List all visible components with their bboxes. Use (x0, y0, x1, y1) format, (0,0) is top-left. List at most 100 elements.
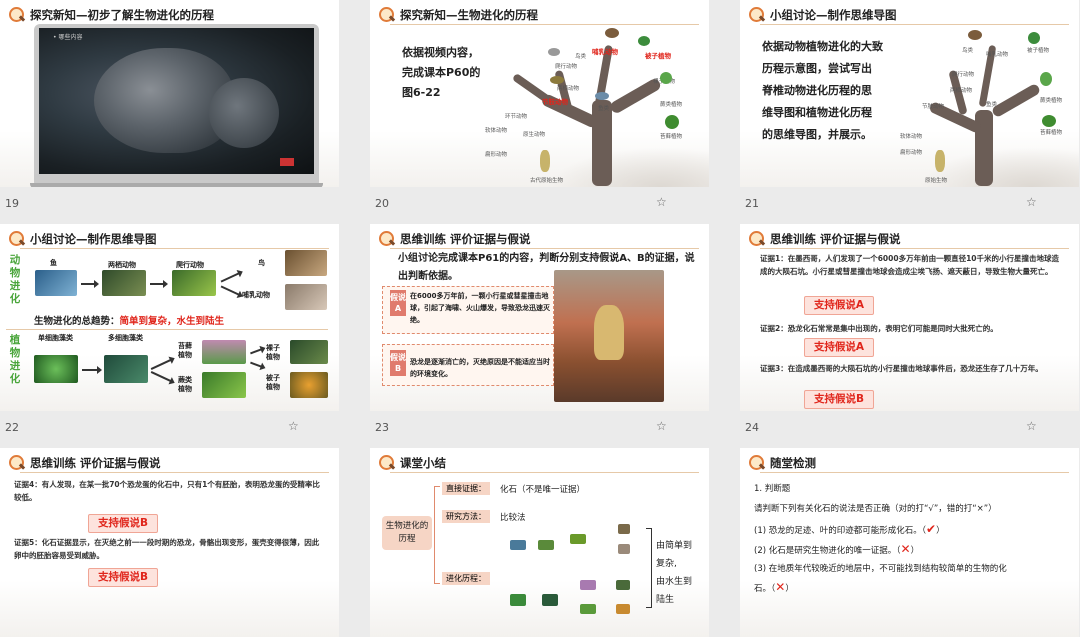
slide-thumb-27[interactable]: 随堂检测 1. 判断题 请判断下列有关化石的说法是否正确（对的打“√”，错的打“… (740, 448, 1079, 637)
video-caption: • 哪些内容 (53, 34, 83, 41)
star-icon[interactable]: ☆ (1026, 419, 1037, 433)
tree-label: 鱼类 (986, 102, 998, 108)
magnifier-icon (8, 454, 26, 472)
support-hypothesis-a-button-1[interactable]: 支持假说A (804, 296, 874, 315)
slide-thumb-22[interactable]: 小组讨论—制作思维导图 动物进化 植物进化 鱼 两栖动物 爬行动物 鸟 哺乳动物… (0, 224, 339, 411)
organism-picture (638, 36, 650, 46)
title-underline (390, 24, 699, 25)
slide-number-24: 24 (745, 421, 759, 434)
mini-chart-animal-4 (618, 524, 630, 534)
star-icon[interactable]: ☆ (656, 419, 667, 433)
support-hypothesis-b-button-1[interactable]: 支持假说B (88, 514, 158, 533)
right-summary-3: 由水生到 (656, 577, 693, 587)
slide-title: 小组讨论—制作思维导图 (748, 5, 897, 25)
star-icon[interactable]: ☆ (1026, 195, 1037, 209)
magnifier-icon (378, 454, 396, 472)
tree-label: 蕨类植物 (660, 102, 683, 108)
answer-3-mark: ✕ (775, 580, 786, 594)
question-3-tail: 石。（ (754, 584, 776, 594)
organism-picture (660, 72, 672, 84)
close-paren: ） (785, 584, 794, 594)
title-underline (390, 248, 699, 249)
dinosaur-picture (554, 270, 664, 402)
magnifier-icon (748, 230, 766, 248)
title-underline (760, 248, 1069, 249)
magnifier-icon (748, 6, 766, 24)
magnifier-icon (378, 230, 396, 248)
tree-label-arthropod: 节肢动物 (542, 98, 568, 106)
tree-label: 苔藓植物 (660, 134, 683, 140)
tree-label: 两栖动物 (557, 86, 580, 92)
animal-label-fish: 鱼 (50, 259, 57, 267)
question-3: (3) 在地质年代较晚近的地层中，不可能找到结构较简单的生物的化 (754, 564, 1007, 574)
organism-picture (540, 150, 550, 172)
close-paren: ） (910, 546, 920, 556)
tree-label: 爬行动物 (555, 64, 578, 70)
slide-number-23: 23 (375, 421, 389, 434)
organism-picture (665, 115, 679, 129)
slide-title: 探究新知—生物进化的历程 (378, 5, 538, 25)
multicellular-algae-picture (104, 355, 148, 383)
plant-label-fern: 蕨类植物 (178, 376, 192, 393)
slide-thumb-19[interactable]: 探究新知—初步了解生物进化的历程 • 哪些内容 (0, 0, 339, 187)
mini-chart-animal-3 (570, 534, 586, 544)
support-hypothesis-a-button-2[interactable]: 支持假说A (804, 338, 874, 357)
body-line-1: 依据视频内容， (402, 46, 479, 59)
tree-label: 苔藓植物 (1040, 130, 1063, 136)
evolution-process-label: 进化历程： (442, 572, 490, 585)
tree-label: 被子植物 (1027, 48, 1050, 54)
slide-number-20: 20 (375, 197, 389, 210)
organism-picture (548, 48, 560, 56)
hypothesis-b-label: 假说B (390, 350, 406, 376)
research-method-label: 研究方法： (442, 510, 490, 523)
title-underline (760, 472, 1069, 473)
evidence-3: 证据3：在造成墨西哥的大陨石坑的小行星撞击地球事件后，恐龙还生存了几十万年。 (760, 364, 1043, 373)
slide-thumb-21[interactable]: 小组讨论—制作思维导图 依据动物植物进化的大致 历程示意图，尝试写出 脊椎动物进… (740, 0, 1079, 187)
organism-picture (935, 150, 945, 172)
question-2-text: (2) 化石是研究生物进化的唯一证据。（ (754, 546, 901, 556)
star-icon[interactable]: ☆ (656, 195, 667, 209)
tree-label: 扁形动物 (900, 150, 923, 156)
gymnosperm-picture (290, 340, 328, 364)
organism-picture (1040, 72, 1052, 86)
animal-label-mammal: 哺乳动物 (242, 291, 270, 299)
tree-label: 原始生物 (925, 178, 948, 184)
tree-label: 鱼类 (598, 106, 610, 112)
slide-thumb-26[interactable]: 课堂小结 生物进化的历程 直接证据： 化石（不是唯一证据） 研究方法： 比较法 … (370, 448, 709, 637)
body-line-3: 图6-22 (402, 86, 441, 99)
arrow (81, 280, 99, 288)
support-hypothesis-b-button[interactable]: 支持假说B (804, 390, 874, 409)
plant-label-multicellular-algae: 多细胞藻类 (108, 334, 143, 342)
right-brace (646, 528, 652, 608)
slide-title: 思维训练 评价证据与假说 (748, 229, 901, 249)
hypothesis-a-text: 在6000多万年前，一颗小行星或彗星撞击地球，引起了海啸、火山爆发，导致恐龙迅速… (410, 292, 550, 324)
slide-thumb-23[interactable]: 思维训练 评价证据与假说 小组讨论完成课本P61的内容，判断分别支持假说A、B的… (370, 224, 709, 411)
close-paren: ） (936, 526, 945, 536)
slide-title: 思维训练 评价证据与假说 (8, 453, 161, 473)
creature-blob-2 (209, 78, 279, 148)
right-summary-4: 陆生 (656, 595, 675, 605)
right-summary-1: 由简单到 (656, 541, 693, 551)
slide-thumb-25[interactable]: 思维训练 评价证据与假说 证据4：有人发现，在某一批70个恐龙蛋的化石中，只有1… (0, 448, 339, 637)
support-hypothesis-b-button-2[interactable]: 支持假说B (88, 568, 158, 587)
trend-highlight: 简单到复杂，水生到陆生 (119, 316, 225, 327)
title-underline (390, 472, 699, 473)
slide-thumb-24[interactable]: 思维训练 评价证据与假说 证据1：在墨西哥，人们发现了一个6000多万年前由一颗… (740, 224, 1079, 411)
star-icon[interactable]: ☆ (288, 419, 299, 433)
tree-label: 原生动物 (523, 132, 546, 138)
tree-label: 软体动物 (485, 128, 508, 134)
brace-line (434, 486, 440, 584)
evidence-2: 证据2：恐龙化石常常是集中出现的，表明它们可能是同时大批死亡的。 (760, 324, 998, 333)
organism-picture (605, 28, 619, 38)
fish-picture (35, 270, 77, 296)
mini-chart-animal-5 (618, 544, 630, 554)
tree-label: 鸟类 (575, 54, 587, 60)
video-screen[interactable]: • 哪些内容 (39, 28, 314, 174)
mini-chart-animal-1 (510, 540, 526, 550)
slide-thumb-20[interactable]: 探究新知—生物进化的历程 依据视频内容， 完成课本P60的 图6-22 哺乳动物… (370, 0, 709, 187)
slide-title: 随堂检测 (748, 453, 816, 473)
direct-evidence-label: 直接证据： (442, 482, 490, 495)
angiosperm-picture (290, 372, 328, 398)
body-line-1: 依据动物植物进化的大致 (762, 40, 883, 53)
laptop-frame: • 哪些内容 (30, 24, 323, 187)
